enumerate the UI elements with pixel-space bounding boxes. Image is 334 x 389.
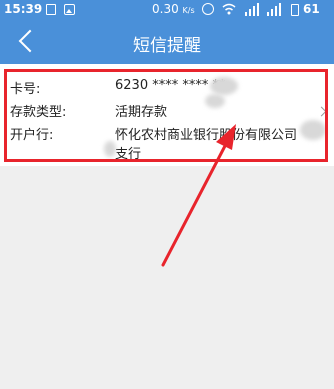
- annotation-arrow: [161, 124, 236, 267]
